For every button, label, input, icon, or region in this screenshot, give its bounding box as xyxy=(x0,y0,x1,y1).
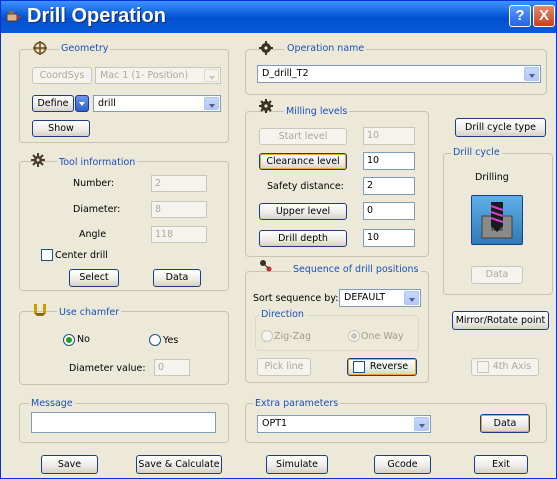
center-drill-checkbox[interactable] xyxy=(41,249,53,261)
clearance-level-button[interactable]: Clearance level xyxy=(259,153,347,170)
define-button[interactable]: Define xyxy=(32,95,74,112)
milling-levels-icon xyxy=(259,99,273,113)
triangle-down-icon xyxy=(79,102,85,106)
tool-number-label: Number: xyxy=(73,178,115,189)
start-level-button[interactable]: Start level xyxy=(259,128,347,145)
drilling-cycle-image-button[interactable] xyxy=(471,195,523,245)
title-bar[interactable]: Drill Operation ? X xyxy=(1,1,556,33)
tool-data-button[interactable]: Data xyxy=(153,269,201,287)
drill-depth-field[interactable]: 10 xyxy=(363,229,415,247)
clearance-level-field[interactable]: 10 xyxy=(363,152,415,170)
tool-diameter-field[interactable]: 8 xyxy=(151,201,207,218)
extra-parameters-select[interactable]: OPT1 xyxy=(257,415,431,433)
sort-sequence-value: DEFAULT xyxy=(344,292,386,303)
operation-icon xyxy=(259,41,273,55)
mirror-rotate-button[interactable]: Mirror/Rotate point xyxy=(452,311,549,330)
geometry-type-value: drill xyxy=(98,98,116,109)
simulate-button[interactable]: Simulate xyxy=(266,455,328,474)
extra-data-button[interactable]: Data xyxy=(480,414,530,433)
chevron-down-icon xyxy=(204,97,219,110)
operation-name-select[interactable]: D_drill_T2 xyxy=(257,65,541,83)
drilling-cycle-icon xyxy=(481,202,513,239)
coordsys-select[interactable]: Mac 1 (1- Position) xyxy=(95,67,221,84)
drill-depth-button[interactable]: Drill depth xyxy=(259,230,347,247)
oneway-radio[interactable] xyxy=(348,330,360,342)
geometry-icon xyxy=(33,41,47,55)
chamfer-yes-radio[interactable] xyxy=(149,334,161,346)
center-drill-label: Center drill xyxy=(55,250,108,261)
chevron-down-icon xyxy=(414,417,429,431)
drill-cycle-type-button[interactable]: Drill cycle type xyxy=(455,118,546,137)
reverse-button[interactable]: Reverse xyxy=(347,358,417,376)
window-title: Drill Operation xyxy=(27,5,166,27)
save-calculate-button[interactable]: Save & Calculate xyxy=(136,455,222,474)
drill-operation-app-icon xyxy=(6,11,22,22)
define-dropdown-button[interactable] xyxy=(75,95,89,112)
sequence-icon xyxy=(260,260,272,272)
chamfer-icon xyxy=(34,304,46,316)
pick-line-button[interactable]: Pick line xyxy=(257,358,311,376)
zigzag-label: Zig-Zag xyxy=(274,331,311,342)
chamfer-yes-label: Yes xyxy=(163,335,179,346)
oneway-label: One Way xyxy=(361,331,404,342)
gcode-button[interactable]: Gcode xyxy=(374,455,431,474)
help-button[interactable]: ? xyxy=(509,5,531,27)
direction-title: Direction xyxy=(259,309,306,320)
reverse-label: Reverse xyxy=(369,361,409,372)
chevron-down-icon xyxy=(524,67,539,81)
coordsys-value: Mac 1 (1- Position) xyxy=(100,70,189,81)
extra-parameters-value: OPT1 xyxy=(262,418,288,429)
operation-name-title: Operation name xyxy=(285,43,367,54)
tool-angle-field[interactable]: 118 xyxy=(151,226,207,243)
upper-level-button[interactable]: Upper level xyxy=(259,203,347,220)
tool-angle-label: Angle xyxy=(79,229,107,240)
sequence-title: Sequence of drill positions xyxy=(291,264,421,275)
chevron-down-icon xyxy=(404,291,419,305)
close-button[interactable]: X xyxy=(533,5,555,27)
message-field[interactable] xyxy=(31,412,216,433)
tool-diameter-label: Diameter: xyxy=(73,204,121,215)
tool-select-button[interactable]: Select xyxy=(69,269,119,287)
drill-operation-window: Drill Operation ? X Geometry CoordSys Ma… xyxy=(0,0,557,479)
chevron-down-icon xyxy=(204,69,219,82)
safety-distance-field[interactable]: 2 xyxy=(363,177,415,195)
drill-cycle-data-button[interactable]: Data xyxy=(471,266,523,284)
start-level-field[interactable]: 10 xyxy=(363,127,415,145)
extra-parameters-title: Extra parameters xyxy=(253,398,341,409)
show-button[interactable]: Show xyxy=(32,120,90,137)
coordsys-button[interactable]: CoordSys xyxy=(32,67,92,84)
operation-name-value: D_drill_T2 xyxy=(262,68,309,79)
geometry-type-select[interactable]: drill xyxy=(93,95,221,112)
use-chamfer-title: Use chamfer xyxy=(57,307,122,318)
chamfer-no-radio[interactable] xyxy=(63,334,75,346)
chamfer-diameter-label: Diameter value: xyxy=(69,363,146,374)
upper-level-field[interactable]: 0 xyxy=(363,202,415,220)
save-button[interactable]: Save xyxy=(41,455,98,474)
safety-distance-label: Safety distance: xyxy=(267,181,344,192)
fourth-axis-checkbox xyxy=(477,361,489,373)
tool-icon xyxy=(31,153,45,167)
sort-sequence-label: Sort sequence by: xyxy=(253,293,339,304)
drill-cycle-title: Drill cycle xyxy=(451,147,502,158)
exit-button[interactable]: Exit xyxy=(474,455,528,474)
tool-information-title: Tool information xyxy=(57,157,138,168)
fourth-axis-label: 4th Axis xyxy=(492,361,532,372)
message-title: Message xyxy=(29,398,75,409)
reverse-checkbox xyxy=(353,361,365,373)
geometry-title: Geometry xyxy=(59,43,111,54)
drill-cycle-name: Drilling xyxy=(475,172,509,183)
zigzag-radio[interactable] xyxy=(261,330,273,342)
milling-levels-title: Milling levels xyxy=(284,106,350,117)
sort-sequence-select[interactable]: DEFAULT xyxy=(339,289,421,307)
chamfer-no-label: No xyxy=(77,334,90,345)
fourth-axis-button[interactable]: 4th Axis xyxy=(471,358,539,376)
tool-number-field[interactable]: 2 xyxy=(151,175,207,192)
chamfer-diameter-field[interactable]: 0 xyxy=(154,359,190,376)
